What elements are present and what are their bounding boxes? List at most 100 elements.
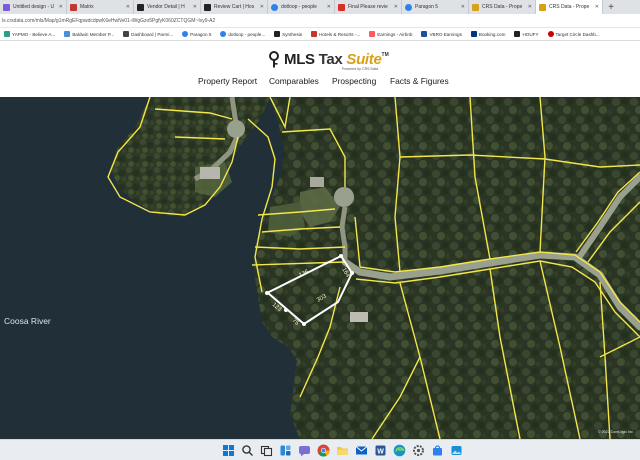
tab-favicon-icon <box>338 3 345 11</box>
bookmark-item[interactable]: Baldwin Member P... <box>64 31 114 37</box>
photos-icon[interactable] <box>450 444 463 457</box>
river-label: Coosa River <box>4 316 51 326</box>
browser-tab-8-active[interactable]: CRS Data - Prope ✕ <box>536 0 603 14</box>
logo-mls: MLS <box>284 51 315 68</box>
file-explorer-icon[interactable] <box>336 444 349 457</box>
bookmark-label: Dashboard | Parmi... <box>131 31 174 37</box>
bookmark-item[interactable]: Dashboard | Parmi... <box>123 31 173 37</box>
nav-prospecting[interactable]: Prospecting <box>332 76 376 86</box>
store-icon[interactable] <box>431 444 444 457</box>
browser-tab-2[interactable]: Vendor Detail | H ✕ <box>134 0 201 14</box>
tab-label: Matrix <box>80 4 94 10</box>
close-tab-icon[interactable]: ✕ <box>394 4 398 10</box>
map-canvas[interactable]: 136 164 123 75 303 Coosa River © 2022 Co… <box>0 97 640 439</box>
bookmark-item[interactable]: dotloop - people... <box>220 31 265 37</box>
house-roof <box>200 167 220 179</box>
bookmark-item[interactable]: Synthesis <box>274 31 302 37</box>
edge-icon[interactable] <box>393 444 406 457</box>
word-icon[interactable]: W <box>374 444 387 457</box>
url-text: ls.crsdata.com/mls/Map/g1mRgEFqpwdcdpwK6… <box>2 17 216 24</box>
bookmark-label: Hotels & Resorts -... <box>319 31 361 37</box>
close-tab-icon[interactable]: ✕ <box>595 4 599 10</box>
browser-tab-strip: Untitled design - U ✕ Matrix ✕ Vendor Deta… <box>0 0 640 14</box>
nav-property-report[interactable]: Property Report <box>198 76 257 86</box>
cul-de-sac <box>334 187 354 207</box>
task-view-icon[interactable] <box>260 444 273 457</box>
windows-taskbar: W <box>0 439 640 460</box>
bookmark-item[interactable]: Paragon 5 <box>182 31 211 37</box>
browser-tab-4[interactable]: dotloop - people ✕ <box>268 0 335 14</box>
bookmark-label: Earnings - Airbnb <box>377 31 413 37</box>
bookmark-favicon-icon <box>311 31 318 37</box>
site-header: MLS Tax Suite TM Powered by CRS Data Pro… <box>0 41 640 97</box>
bookmark-favicon-icon <box>4 31 10 37</box>
tab-label: dotloop - people <box>281 4 317 10</box>
bookmark-item[interactable]: Booking.com <box>470 31 505 37</box>
tab-favicon-icon <box>405 3 412 11</box>
close-tab-icon[interactable]: ✕ <box>126 4 130 10</box>
tab-label: Untitled design - U <box>13 4 55 10</box>
cul-de-sac <box>227 120 245 138</box>
tab-favicon-icon <box>472 3 479 11</box>
chrome-icon[interactable] <box>317 444 330 457</box>
bookmark-item[interactable]: HOUFY <box>514 31 539 37</box>
bookmark-item[interactable]: VBRO Earnings <box>421 31 462 37</box>
browser-tab-6[interactable]: Paragon 5 ✕ <box>402 0 469 14</box>
bookmark-label: YAPMO - Believe A... <box>12 31 56 37</box>
tab-label: Final Please revie <box>348 4 388 10</box>
bookmark-favicon-icon <box>182 31 189 37</box>
bookmark-item[interactable]: YAPMO - Believe A... <box>4 31 55 37</box>
tab-label: CRS Data - Prope <box>549 4 590 10</box>
key-pin-icon <box>269 51 279 68</box>
house-roof <box>350 312 368 322</box>
close-tab-icon[interactable]: ✕ <box>327 4 331 10</box>
bookmark-item[interactable]: Hotels & Resorts -... <box>311 31 360 37</box>
main-nav: Property Report Comparables Prospecting … <box>0 76 640 92</box>
close-tab-icon[interactable]: ✕ <box>193 4 197 10</box>
bookmark-favicon-icon <box>220 31 227 37</box>
bookmark-label: Baldwin Member P... <box>72 31 115 37</box>
new-tab-button[interactable]: + <box>603 0 619 14</box>
bookmark-item[interactable]: Earnings - Airbnb <box>369 31 412 37</box>
tab-label: Review Cart | Hos <box>214 4 255 10</box>
tab-favicon-icon <box>3 3 10 11</box>
bookmark-favicon-icon <box>514 31 521 37</box>
nav-comparables[interactable]: Comparables <box>269 76 319 86</box>
bookmark-label: Synthesis <box>282 31 303 37</box>
bookmark-label: HOUFY <box>522 31 539 37</box>
nav-facts-figures[interactable]: Facts & Figures <box>390 76 449 86</box>
close-tab-icon[interactable]: ✕ <box>59 4 63 10</box>
bookmark-label: Target Circle Dashb... <box>555 31 600 37</box>
browser-tab-0[interactable]: Untitled design - U ✕ <box>0 0 67 14</box>
tab-label: Paragon 5 <box>415 4 439 10</box>
close-tab-icon[interactable]: ✕ <box>461 4 465 10</box>
close-tab-icon[interactable]: ✕ <box>260 4 264 10</box>
bookmark-label: Paragon 5 <box>190 31 212 37</box>
chat-icon[interactable] <box>298 444 311 457</box>
settings-icon[interactable] <box>412 444 425 457</box>
browser-tab-1[interactable]: Matrix ✕ <box>67 0 134 14</box>
logo-suite: Suite <box>346 51 382 68</box>
tab-label: CRS Data - Prope <box>482 4 523 10</box>
address-bar[interactable]: ls.crsdata.com/mls/Map/g1mRgEFqpwdcdpwK6… <box>0 14 640 28</box>
browser-tab-7[interactable]: CRS Data - Prope ✕ <box>469 0 536 14</box>
bookmarks-bar: YAPMO - Believe A... Baldwin Member P...… <box>0 28 640 41</box>
browser-tab-3[interactable]: Review Cart | Hos ✕ <box>201 0 268 14</box>
bookmark-favicon-icon <box>547 31 554 37</box>
browser-tab-5[interactable]: Final Please revie ✕ <box>335 0 402 14</box>
mail-icon[interactable] <box>355 444 368 457</box>
bookmark-label: VBRO Earnings <box>429 31 462 37</box>
bookmark-item[interactable]: Target Circle Dashb... <box>547 31 600 37</box>
logo-trademark: TM <box>381 52 389 58</box>
parcel-map[interactable]: 136 164 123 75 303 Coosa River © 2022 Co… <box>0 97 640 439</box>
close-tab-icon[interactable]: ✕ <box>528 4 532 10</box>
widgets-icon[interactable] <box>279 444 292 457</box>
bookmark-favicon-icon <box>274 31 281 37</box>
bookmark-favicon-icon <box>123 31 130 37</box>
map-attribution: © 2022 CoreLogic Inc <box>598 430 633 434</box>
logo-subtitle: Powered by CRS Data <box>342 67 379 71</box>
svg-text:W: W <box>377 449 384 456</box>
search-icon[interactable] <box>241 444 254 457</box>
windows-start-icon[interactable] <box>222 444 235 457</box>
tab-favicon-icon <box>539 3 546 11</box>
